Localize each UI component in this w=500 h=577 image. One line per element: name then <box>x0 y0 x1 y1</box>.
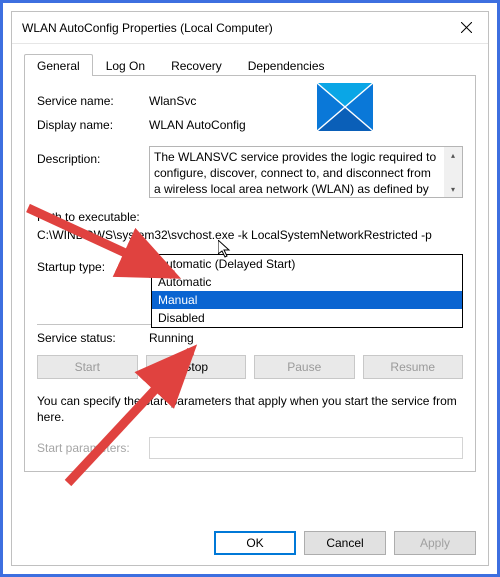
ok-button[interactable]: OK <box>214 531 296 555</box>
scroll-up-icon[interactable]: ▴ <box>444 147 462 163</box>
scroll-down-icon[interactable]: ▾ <box>444 181 462 197</box>
resume-button: Resume <box>363 355 464 379</box>
value-display-name: WLAN AutoConfig <box>149 118 463 132</box>
label-service-status: Service status: <box>37 331 149 345</box>
value-path: C:\WINDOWS\system32\svchost.exe -k Local… <box>37 228 463 242</box>
label-service-name: Service name: <box>37 94 149 108</box>
cancel-button[interactable]: Cancel <box>304 531 386 555</box>
option-delayed-start[interactable]: Automatic (Delayed Start) <box>152 255 462 273</box>
label-display-name: Display name: <box>37 118 149 132</box>
note-text: You can specify the start parameters tha… <box>37 393 463 425</box>
tab-logon[interactable]: Log On <box>93 54 158 76</box>
tab-recovery[interactable]: Recovery <box>158 54 235 76</box>
option-automatic[interactable]: Automatic <box>152 273 462 291</box>
dialog-window: WLAN AutoConfig Properties (Local Comput… <box>11 11 489 566</box>
tab-strip: General Log On Recovery Dependencies <box>24 52 476 76</box>
option-manual[interactable]: Manual <box>152 291 462 309</box>
description-text: The WLANSVC service provides the logic r… <box>150 147 444 197</box>
window-title: WLAN AutoConfig Properties (Local Comput… <box>12 21 444 35</box>
option-disabled[interactable]: Disabled <box>152 309 462 327</box>
value-service-status: Running <box>149 331 463 345</box>
pause-button: Pause <box>254 355 355 379</box>
tab-dependencies[interactable]: Dependencies <box>235 54 338 76</box>
dialog-button-bar: OK Cancel Apply <box>12 521 488 565</box>
label-start-params: Start parameters: <box>37 441 149 455</box>
start-button: Start <box>37 355 138 379</box>
titlebar: WLAN AutoConfig Properties (Local Comput… <box>12 12 488 44</box>
apply-button: Apply <box>394 531 476 555</box>
stop-button[interactable]: Stop <box>146 355 247 379</box>
startup-dropdown-list[interactable]: Automatic (Delayed Start) Automatic Manu… <box>151 254 463 328</box>
value-service-name: WlanSvc <box>149 94 463 108</box>
windows-club-icon <box>317 83 373 131</box>
tab-general[interactable]: General <box>24 54 93 76</box>
content-area: General Log On Recovery Dependencies <box>12 44 488 521</box>
label-description: Description: <box>37 146 149 166</box>
label-startup-type: Startup type: <box>37 260 149 274</box>
close-button[interactable] <box>444 12 488 44</box>
description-scrollbar[interactable]: ▴ ▾ <box>444 147 462 197</box>
start-params-input <box>149 437 463 459</box>
tab-body-general: Service name: WlanSvc Display name: WLAN… <box>24 76 476 472</box>
label-path: Path to executable: <box>37 210 463 224</box>
description-box: The WLANSVC service provides the logic r… <box>149 146 463 198</box>
brand-logo <box>317 83 373 131</box>
close-icon <box>461 22 472 33</box>
app-frame: WLAN AutoConfig Properties (Local Comput… <box>0 0 500 577</box>
service-control-row: Start Stop Pause Resume <box>37 355 463 379</box>
